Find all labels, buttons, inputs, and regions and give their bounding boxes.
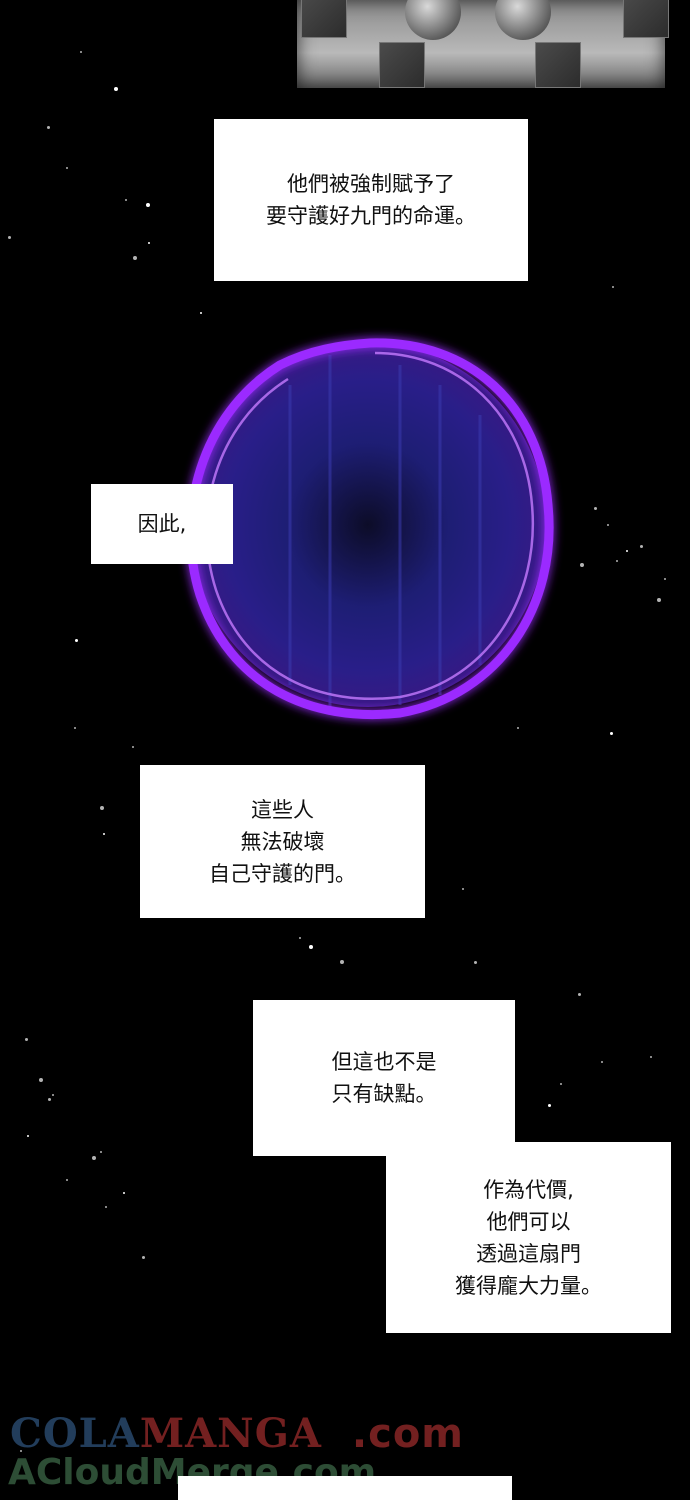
star — [48, 1098, 51, 1101]
star — [610, 732, 613, 735]
star — [664, 578, 666, 580]
narration-box-2: 因此, — [91, 484, 233, 564]
star — [309, 945, 313, 949]
star — [601, 1061, 603, 1063]
star — [299, 937, 301, 939]
star — [114, 87, 118, 91]
star — [74, 727, 76, 729]
star — [80, 51, 82, 53]
narration-box-4: 但這也不是 只有缺點。 — [253, 1000, 515, 1156]
watermark-cola: COLA — [10, 1410, 140, 1457]
star — [100, 806, 104, 810]
top-stone-panel — [297, 0, 669, 88]
star — [626, 550, 628, 552]
star — [594, 507, 597, 510]
star — [616, 560, 618, 562]
star — [25, 1038, 28, 1041]
star — [650, 1056, 652, 1058]
star — [200, 312, 202, 314]
star — [474, 961, 477, 964]
star — [39, 1078, 43, 1082]
star — [123, 1192, 125, 1194]
watermark-manga: MANGA — [139, 1410, 322, 1457]
star — [607, 524, 609, 526]
star — [100, 1151, 102, 1153]
next-panel-edge — [178, 1476, 512, 1500]
star — [92, 1156, 96, 1160]
star — [657, 598, 661, 602]
star — [47, 126, 50, 129]
star — [612, 286, 614, 288]
star — [133, 256, 137, 260]
star — [548, 1104, 551, 1107]
star — [125, 199, 127, 201]
stone-tile — [623, 0, 669, 38]
star — [103, 833, 105, 835]
watermark-logo: COLAMANGA .com — [10, 1410, 464, 1457]
stone-tile — [535, 42, 581, 88]
star — [75, 639, 78, 642]
stone-tile — [379, 42, 425, 88]
narration-box-1: 他們被強制賦予了 要守護好九門的命運。 — [214, 119, 528, 281]
star — [580, 563, 584, 567]
star — [640, 545, 643, 548]
stone-sphere — [495, 0, 551, 40]
narration-box-3: 這些人 無法破壞 自己守護的門。 — [140, 765, 425, 918]
star — [8, 236, 11, 239]
star — [52, 1094, 54, 1096]
star — [560, 1083, 562, 1085]
star — [142, 1256, 145, 1259]
stone-tile — [301, 0, 347, 38]
narration-box-5: 作為代價, 他們可以 透過這扇門 獲得龐大力量。 — [386, 1142, 671, 1333]
watermark-domain: .com — [351, 1411, 464, 1457]
star — [27, 1135, 29, 1137]
star — [462, 888, 464, 890]
star — [578, 993, 581, 996]
stone-sphere — [405, 0, 461, 40]
star — [146, 203, 150, 207]
star — [66, 1179, 68, 1181]
star — [105, 1206, 107, 1208]
star — [66, 167, 68, 169]
star — [132, 746, 134, 748]
star — [340, 960, 344, 964]
star — [148, 242, 150, 244]
